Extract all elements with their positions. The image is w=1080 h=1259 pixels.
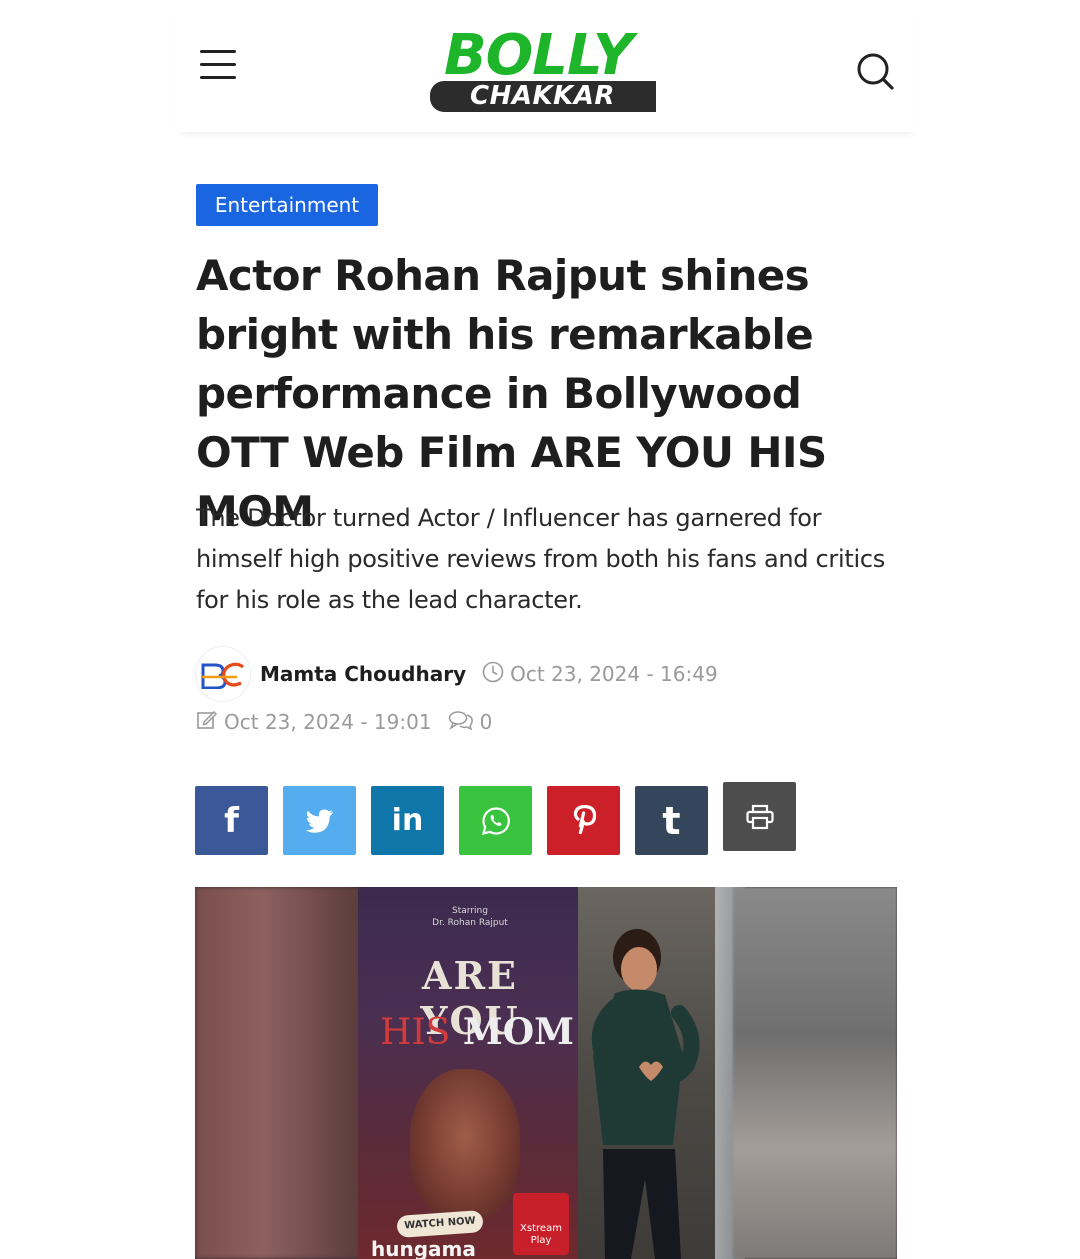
comments-link[interactable]: 0 (448, 710, 493, 734)
facebook-icon: f (224, 800, 239, 841)
poster-xstream-logo: Xstream Play (513, 1193, 569, 1255)
updated-date: Oct 23, 2024 - 19:01 (224, 710, 432, 734)
poster-title-his-mom: HIS MOM (377, 1011, 577, 1053)
poster-title-his: HIS (380, 1012, 451, 1053)
comments-icon (448, 710, 474, 734)
article-meta: Mamta Choudhary Oct 23, 2024 - 16:49 (196, 647, 718, 701)
print-button[interactable] (723, 782, 796, 851)
published-date: Oct 23, 2024 - 16:49 (510, 662, 718, 686)
poster-starring-label: Starring (452, 906, 488, 916)
tumblr-icon: t (662, 798, 681, 843)
article-subtitle: The Doctor turned Actor / Influencer has… (196, 504, 885, 614)
whatsapp-icon (481, 806, 510, 835)
print-icon (745, 804, 774, 829)
share-pinterest-button[interactable] (547, 786, 620, 855)
clock-icon (482, 661, 504, 687)
poster-starring-name: Dr. Rohan Rajput (432, 918, 508, 928)
xstream-label-1: Xstream (520, 1223, 562, 1234)
linkedin-icon: in (391, 802, 424, 838)
category-badge[interactable]: Entertainment (196, 184, 378, 226)
poster-hungama-logo: hungama (371, 1237, 476, 1259)
poster-face (410, 1069, 520, 1219)
edit-icon (196, 709, 218, 735)
search-icon[interactable] (856, 52, 896, 92)
share-tumblr-button[interactable]: t (635, 786, 708, 855)
share-twitter-button[interactable] (283, 786, 356, 855)
logo-bolly-text: BOLLY (444, 23, 633, 88)
logo-chakkar-text: CHAKKAR (470, 81, 615, 111)
xstream-label-2: Play (530, 1235, 552, 1246)
twitter-icon (305, 809, 333, 833)
hero-blur-left (195, 887, 365, 1259)
site-logo[interactable]: BOLLY CHAKKAR (430, 26, 662, 114)
article-meta-secondary: Oct 23, 2024 - 19:01 0 (196, 706, 492, 738)
share-facebook-button[interactable]: f (195, 786, 268, 855)
hero-blur-right (733, 887, 897, 1259)
article-title: Actor Rohan Rajput shines bright with hi… (196, 251, 827, 536)
actor-figure (592, 929, 700, 1259)
poster-title-mom: MOM (462, 1011, 574, 1053)
comment-count: 0 (479, 710, 493, 734)
article-hero-image[interactable]: Starring Dr. Rohan Rajput ARE YOU HIS MO… (195, 887, 897, 1259)
author-avatar[interactable] (196, 647, 250, 701)
poster-starring: Starring Dr. Rohan Rajput (410, 905, 530, 929)
site-header: BOLLY CHAKKAR (176, 0, 918, 132)
share-linkedin-button[interactable]: in (371, 786, 444, 855)
pinterest-icon (573, 804, 596, 834)
hamburger-menu-icon[interactable] (200, 50, 238, 86)
author-name[interactable]: Mamta Choudhary (260, 662, 466, 686)
share-whatsapp-button[interactable] (459, 786, 532, 855)
